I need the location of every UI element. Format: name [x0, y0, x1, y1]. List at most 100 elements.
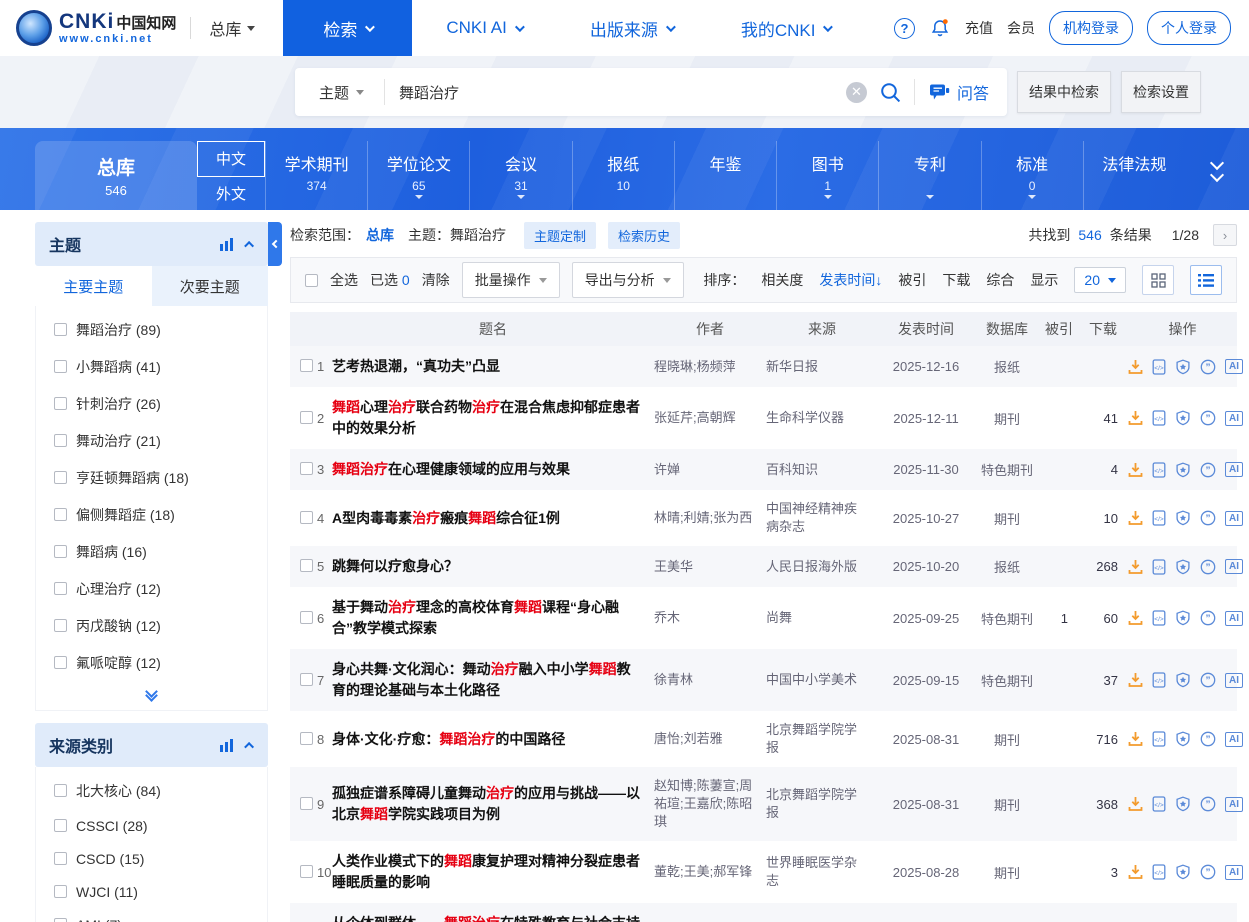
recharge-link[interactable]: 充值 — [965, 18, 993, 38]
tab-secondary-subject[interactable]: 次要主题 — [152, 266, 269, 306]
sort-option-被引[interactable]: 被引 — [898, 270, 926, 290]
subject-filter-item[interactable]: 舞蹈治疗 (89) — [36, 311, 267, 348]
org-login-button[interactable]: 机构登录 — [1049, 11, 1133, 45]
quote-icon[interactable]: ” — [1200, 559, 1216, 575]
checkbox[interactable] — [54, 323, 67, 336]
next-page-button[interactable]: › — [1213, 224, 1237, 246]
checkbox[interactable] — [54, 582, 67, 595]
result-authors[interactable]: 董乾;王美;郝军锋 — [654, 863, 766, 881]
result-title-link[interactable]: 跳舞何以疗愈身心？ — [332, 556, 654, 577]
result-authors[interactable]: 张延芹;高朝辉 — [654, 409, 766, 427]
quote-icon[interactable]: ” — [1200, 864, 1216, 880]
source-filter-item[interactable]: 北大核心 (84) — [36, 772, 267, 809]
document-code-icon[interactable]: </> — [1152, 510, 1166, 526]
download-icon[interactable] — [1128, 359, 1143, 375]
result-source[interactable]: 北京舞蹈学院学报 — [766, 721, 878, 757]
bar-chart-icon[interactable] — [220, 739, 235, 752]
clear-search-icon[interactable]: ✕ — [846, 82, 867, 103]
star-badge-icon[interactable] — [1175, 410, 1191, 426]
database-tab-法律法规[interactable]: 法律法规 — [1083, 141, 1185, 210]
tab-foreign[interactable]: 外文 — [197, 177, 265, 211]
star-badge-icon[interactable] — [1175, 672, 1191, 688]
nav-item-publications[interactable]: 出版来源 — [556, 0, 707, 56]
column-header-数据库[interactable]: 数据库 — [974, 319, 1040, 339]
database-tab-学术期刊[interactable]: 学术期刊374 — [265, 141, 367, 210]
database-tab-学位论文[interactable]: 学位论文65 — [367, 141, 469, 210]
ai-icon[interactable]: AI — [1225, 865, 1243, 880]
personal-login-button[interactable]: 个人登录 — [1147, 11, 1231, 45]
list-view-button[interactable] — [1190, 265, 1222, 295]
download-icon[interactable] — [1128, 672, 1143, 688]
ai-icon[interactable]: AI — [1225, 797, 1243, 812]
select-all-checkbox[interactable] — [305, 274, 318, 287]
export-analyze-dropdown[interactable]: 导出与分析 — [572, 262, 684, 298]
subject-filter-item[interactable]: 丙戊酸钠 (12) — [36, 607, 267, 644]
database-tab-会议[interactable]: 会议31 — [469, 141, 571, 210]
result-source[interactable]: 生命科学仪器 — [766, 409, 878, 427]
row-checkbox[interactable] — [300, 462, 313, 475]
download-icon[interactable] — [1128, 510, 1143, 526]
ai-icon[interactable]: AI — [1225, 462, 1243, 477]
quote-icon[interactable]: ” — [1200, 731, 1216, 747]
column-header-作者[interactable]: 作者 — [654, 319, 766, 339]
result-source[interactable]: 新华日报 — [766, 358, 878, 376]
ai-icon[interactable]: AI — [1225, 511, 1243, 526]
ai-icon[interactable]: AI — [1225, 732, 1243, 747]
database-tab-标准[interactable]: 标准0 — [981, 141, 1083, 210]
result-authors[interactable]: 王美华 — [654, 558, 766, 576]
notification-bell-icon[interactable] — [929, 17, 951, 39]
checkbox[interactable] — [54, 784, 67, 797]
star-badge-icon[interactable] — [1175, 864, 1191, 880]
download-icon[interactable] — [1128, 864, 1143, 880]
result-source[interactable]: 中国神经精神疾病杂志 — [766, 500, 878, 536]
row-checkbox[interactable] — [300, 611, 313, 624]
select-all-label[interactable]: 全选 — [330, 270, 358, 290]
row-checkbox[interactable] — [300, 673, 313, 686]
database-tab-专利[interactable]: 专利 — [878, 141, 980, 210]
ai-icon[interactable]: AI — [1225, 411, 1243, 426]
download-icon[interactable] — [1128, 610, 1143, 626]
ai-icon[interactable]: AI — [1225, 673, 1243, 688]
star-badge-icon[interactable] — [1175, 610, 1191, 626]
nav-item-my-cnki[interactable]: 我的CNKI — [707, 0, 865, 56]
search-history-button[interactable]: 检索历史 — [608, 222, 680, 249]
search-settings-button[interactable]: 检索设置 — [1121, 71, 1201, 113]
column-header-来源[interactable]: 来源 — [766, 319, 878, 339]
subject-filter-item[interactable]: 亨廷顿舞蹈病 (18) — [36, 459, 267, 496]
star-badge-icon[interactable] — [1175, 462, 1191, 478]
result-title-link[interactable]: A型肉毒毒素治疗瘢痕舞蹈综合征1例 — [332, 508, 654, 529]
subject-filter-item[interactable]: 小舞蹈病 (41) — [36, 348, 267, 385]
download-icon[interactable] — [1128, 410, 1143, 426]
cnki-logo[interactable]: CNKi中国知网 www.cnki.net — [0, 10, 176, 46]
result-source[interactable]: 百科知识 — [766, 461, 878, 479]
collapse-section-icon[interactable] — [244, 741, 254, 751]
document-code-icon[interactable]: </> — [1152, 796, 1166, 812]
quote-icon[interactable]: ” — [1200, 672, 1216, 688]
sidebar-collapse-button[interactable] — [268, 222, 282, 266]
clear-selection-button[interactable]: 清除 — [422, 270, 450, 290]
checkbox[interactable] — [54, 360, 67, 373]
search-field-select[interactable]: 主题 — [295, 82, 384, 103]
result-source[interactable]: 北京舞蹈学院学报 — [766, 786, 878, 822]
result-source[interactable]: 中国中小学美术 — [766, 671, 878, 689]
checkbox[interactable] — [54, 656, 67, 669]
checkbox[interactable] — [54, 885, 67, 898]
scope-value-link[interactable]: 总库 — [366, 225, 394, 245]
subject-filter-item[interactable]: 心理治疗 (12) — [36, 570, 267, 607]
result-title-link[interactable]: 艺考热退潮，“真功夫”凸显 — [332, 356, 654, 377]
result-authors[interactable]: 唐怡;刘若雅 — [654, 730, 766, 748]
star-badge-icon[interactable] — [1175, 731, 1191, 747]
collapse-section-icon[interactable] — [244, 240, 254, 250]
source-filter-item[interactable]: WJCI (11) — [36, 875, 267, 908]
batch-actions-dropdown[interactable]: 批量操作 — [462, 262, 560, 298]
quote-icon[interactable]: ” — [1200, 359, 1216, 375]
checkbox[interactable] — [54, 545, 67, 558]
document-code-icon[interactable]: </> — [1152, 864, 1166, 880]
checkbox[interactable] — [54, 852, 67, 865]
database-tab-图书[interactable]: 图书1 — [776, 141, 878, 210]
result-authors[interactable]: 乔木 — [654, 609, 766, 627]
column-header-下载[interactable]: 下载 — [1078, 319, 1128, 339]
ai-icon[interactable]: AI — [1225, 611, 1243, 626]
member-link[interactable]: 会员 — [1007, 18, 1035, 38]
checkbox[interactable] — [54, 471, 67, 484]
